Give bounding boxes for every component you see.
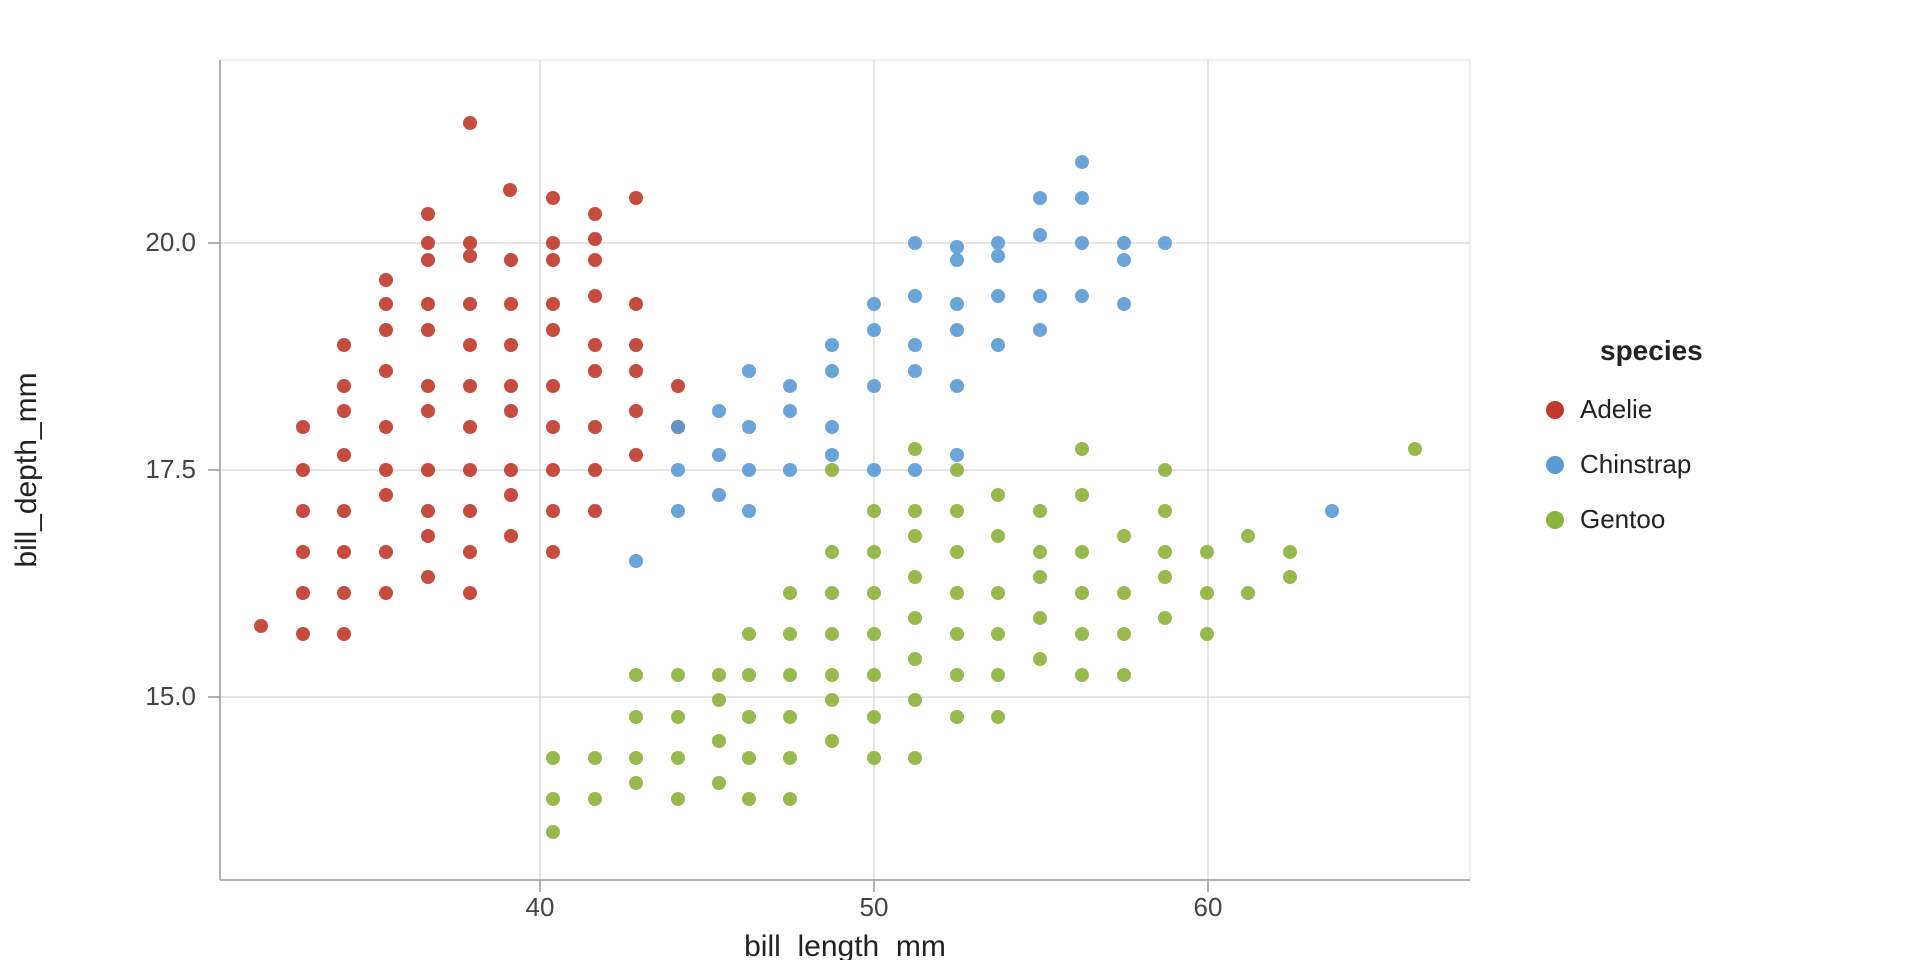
chart-container: 40 50 60 15.0 17.5 20.0 bill_length_mm b…: [0, 0, 1920, 960]
legend-gentoo-label: Gentoo: [1580, 504, 1665, 534]
y-axis-label: bill_depth_mm: [10, 372, 43, 567]
legend-adelie-label: Adelie: [1580, 394, 1652, 424]
legend-title: species: [1600, 335, 1703, 366]
legend-chinstrap-label: Chinstrap: [1580, 449, 1691, 479]
y-tick-175: 17.5: [145, 454, 196, 484]
y-tick-15: 15.0: [145, 681, 196, 711]
x-tick-60: 60: [1194, 892, 1223, 922]
legend-chinstrap-dot: [1546, 456, 1564, 474]
x-tick-40: 40: [526, 892, 555, 922]
legend-adelie-dot: [1546, 401, 1564, 419]
scatter-plot: 40 50 60 15.0 17.5 20.0 bill_length_mm b…: [0, 0, 1920, 960]
x-tick-50: 50: [860, 892, 889, 922]
legend-gentoo-dot: [1546, 511, 1564, 529]
y-tick-20: 20.0: [145, 227, 196, 257]
x-axis-label: bill_length_mm: [744, 930, 946, 960]
